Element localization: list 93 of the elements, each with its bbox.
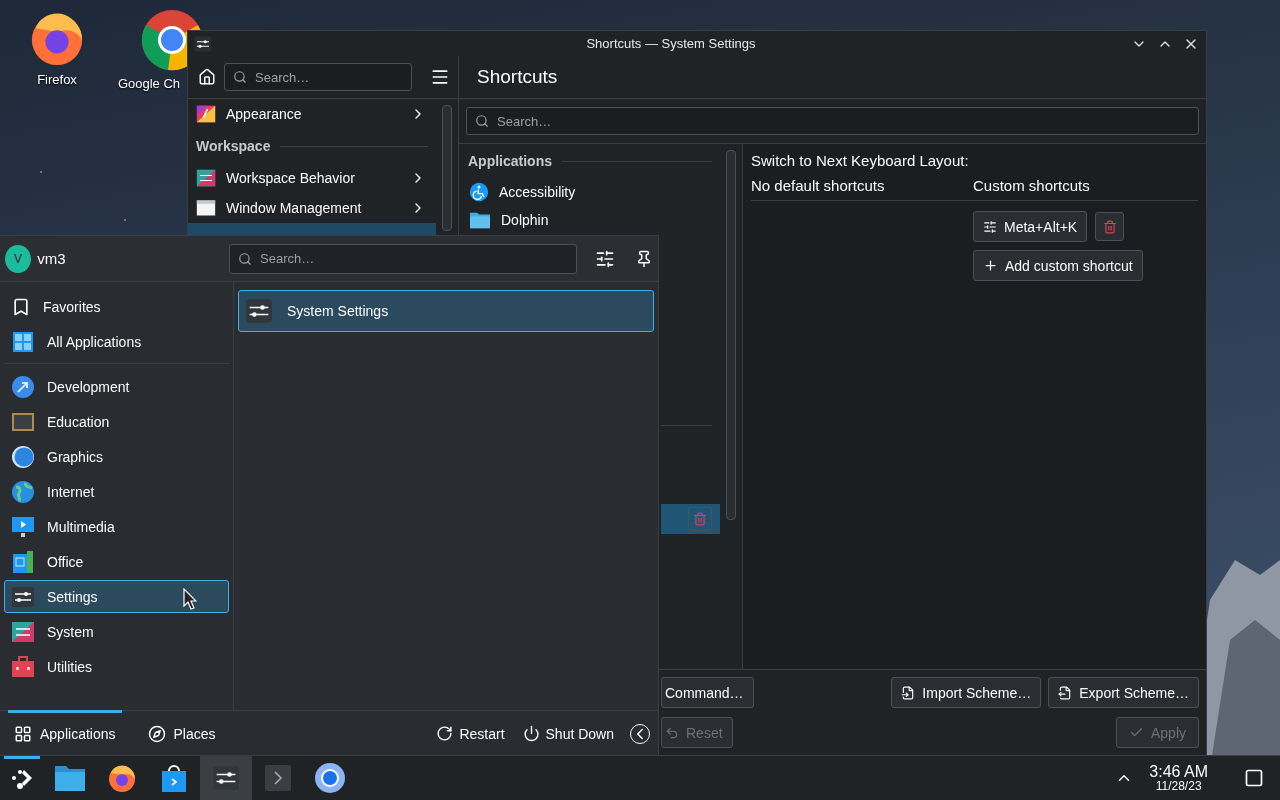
- app-result[interactable]: System Settings: [238, 290, 654, 332]
- search-icon: [238, 251, 252, 266]
- page-title: Shortcuts: [477, 66, 558, 88]
- trash-icon: [1102, 219, 1117, 234]
- category-item[interactable]: Education: [4, 405, 229, 438]
- sphere-icon: [11, 444, 35, 469]
- menu-icon: [430, 67, 450, 87]
- search-icon: [233, 70, 247, 84]
- sliders-icon: [11, 584, 35, 609]
- document-icon: [11, 549, 35, 574]
- monitor-icon: [11, 514, 35, 539]
- power-action[interactable]: Restart: [430, 718, 511, 749]
- sidebar-item[interactable]: Workspace Behavior: [188, 163, 436, 193]
- launcher-tab[interactable]: Applications: [8, 711, 122, 756]
- category-item[interactable]: Favorites: [4, 290, 229, 323]
- show-desktop-button[interactable]: [1244, 768, 1264, 788]
- category-item[interactable]: Internet: [4, 475, 229, 508]
- window-title: Shortcuts — System Settings: [585, 36, 757, 51]
- palette-icon: [196, 104, 216, 124]
- sliders-icon: [595, 248, 615, 269]
- category-item[interactable]: All Applications: [4, 325, 229, 358]
- file-import-icon: [901, 685, 916, 700]
- user-name: vm3: [37, 250, 67, 267]
- taskbar-button[interactable]: [200, 756, 252, 800]
- folder-icon: [469, 210, 491, 230]
- search-field[interactable]: Search…: [466, 107, 1199, 135]
- home-icon: [198, 68, 216, 86]
- footer-button[interactable]: Export Scheme…: [1048, 677, 1199, 708]
- terminal-icon: [264, 764, 292, 792]
- column-heading: No default shortcuts: [751, 177, 886, 194]
- menu-button[interactable]: [430, 67, 450, 87]
- pin-icon: [635, 249, 653, 268]
- category-item[interactable]: Utilities: [4, 650, 229, 683]
- shopping-bag-icon: [161, 763, 187, 793]
- footer-button[interactable]: Import Scheme…: [891, 677, 1042, 708]
- shortcut-list-item[interactable]: Accessibility: [459, 182, 720, 202]
- footer-button[interactable]: Command…: [661, 677, 754, 708]
- sliders-icon: [245, 297, 273, 325]
- column-heading: Custom shortcuts: [973, 177, 1091, 194]
- power-icon: [522, 725, 540, 742]
- category-item[interactable]: Graphics: [4, 440, 229, 473]
- shortcut-button[interactable]: Meta+Alt+K: [973, 211, 1088, 242]
- delete-button[interactable]: [1095, 212, 1125, 241]
- category-item[interactable]: Multimedia: [4, 510, 229, 543]
- filter-button[interactable]: [595, 248, 615, 269]
- search-icon: [475, 114, 489, 128]
- mouse-pointer-icon: [183, 588, 197, 610]
- category-item[interactable]: Settings: [4, 580, 229, 613]
- pin-button[interactable]: [635, 249, 653, 268]
- arrow-circle-icon: [11, 374, 35, 399]
- category-item[interactable]: Development: [4, 370, 229, 403]
- launcher-tab[interactable]: Places: [141, 711, 222, 756]
- compass-icon: [147, 724, 166, 743]
- add-shortcut-button[interactable]: Add custom shortcut: [973, 250, 1143, 281]
- clock[interactable]: 3:46 AM 11/28/23: [1149, 764, 1208, 792]
- power-action[interactable]: Shut Down: [516, 718, 620, 749]
- plus-icon: [983, 258, 998, 273]
- grid-icon: [11, 329, 35, 354]
- scrollbar[interactable]: [726, 150, 736, 520]
- browser-icon: [107, 763, 137, 793]
- desktop-icon-label[interactable]: Google Ch: [117, 76, 181, 91]
- shortcut-list-item[interactable]: Dolphin: [459, 210, 720, 230]
- category-item[interactable]: System: [4, 615, 229, 648]
- section-heading: Applications: [468, 153, 552, 169]
- sidebar-item[interactable]: Appearance: [188, 99, 436, 129]
- search-field[interactable]: Search…: [229, 243, 577, 274]
- bookmark-icon: [11, 296, 31, 317]
- sliders-icon: [983, 219, 997, 234]
- section-heading: Workspace: [196, 138, 271, 154]
- grid-icon: [14, 724, 32, 743]
- undo-icon: [665, 725, 679, 740]
- search-field[interactable]: Search…: [224, 63, 412, 91]
- accessibility-icon: [469, 182, 489, 202]
- sidebar-item[interactable]: Window Management: [188, 193, 436, 223]
- trash-icon: [693, 512, 707, 526]
- home-button[interactable]: [198, 68, 216, 86]
- category-item[interactable]: Office: [4, 545, 229, 578]
- sliders-icon: [212, 764, 240, 792]
- scrollbar[interactable]: [442, 105, 452, 231]
- sliders-icon: [194, 34, 212, 53]
- globe-icon: [11, 479, 35, 504]
- square-icon: [1244, 768, 1264, 788]
- ring-icon: [314, 762, 346, 794]
- file-export-icon: [1058, 685, 1073, 700]
- toolbox-icon: [11, 654, 35, 679]
- sliders-icon: [11, 619, 35, 644]
- user-avatar[interactable]: V: [5, 244, 32, 273]
- sliders-icon: [196, 168, 216, 188]
- desktop-icon-label[interactable]: Firefox: [37, 72, 77, 87]
- folder-icon: [54, 764, 86, 792]
- action-title: Switch to Next Keyboard Layout:: [751, 152, 970, 169]
- window-icon: [196, 198, 216, 218]
- restart-icon: [436, 725, 454, 742]
